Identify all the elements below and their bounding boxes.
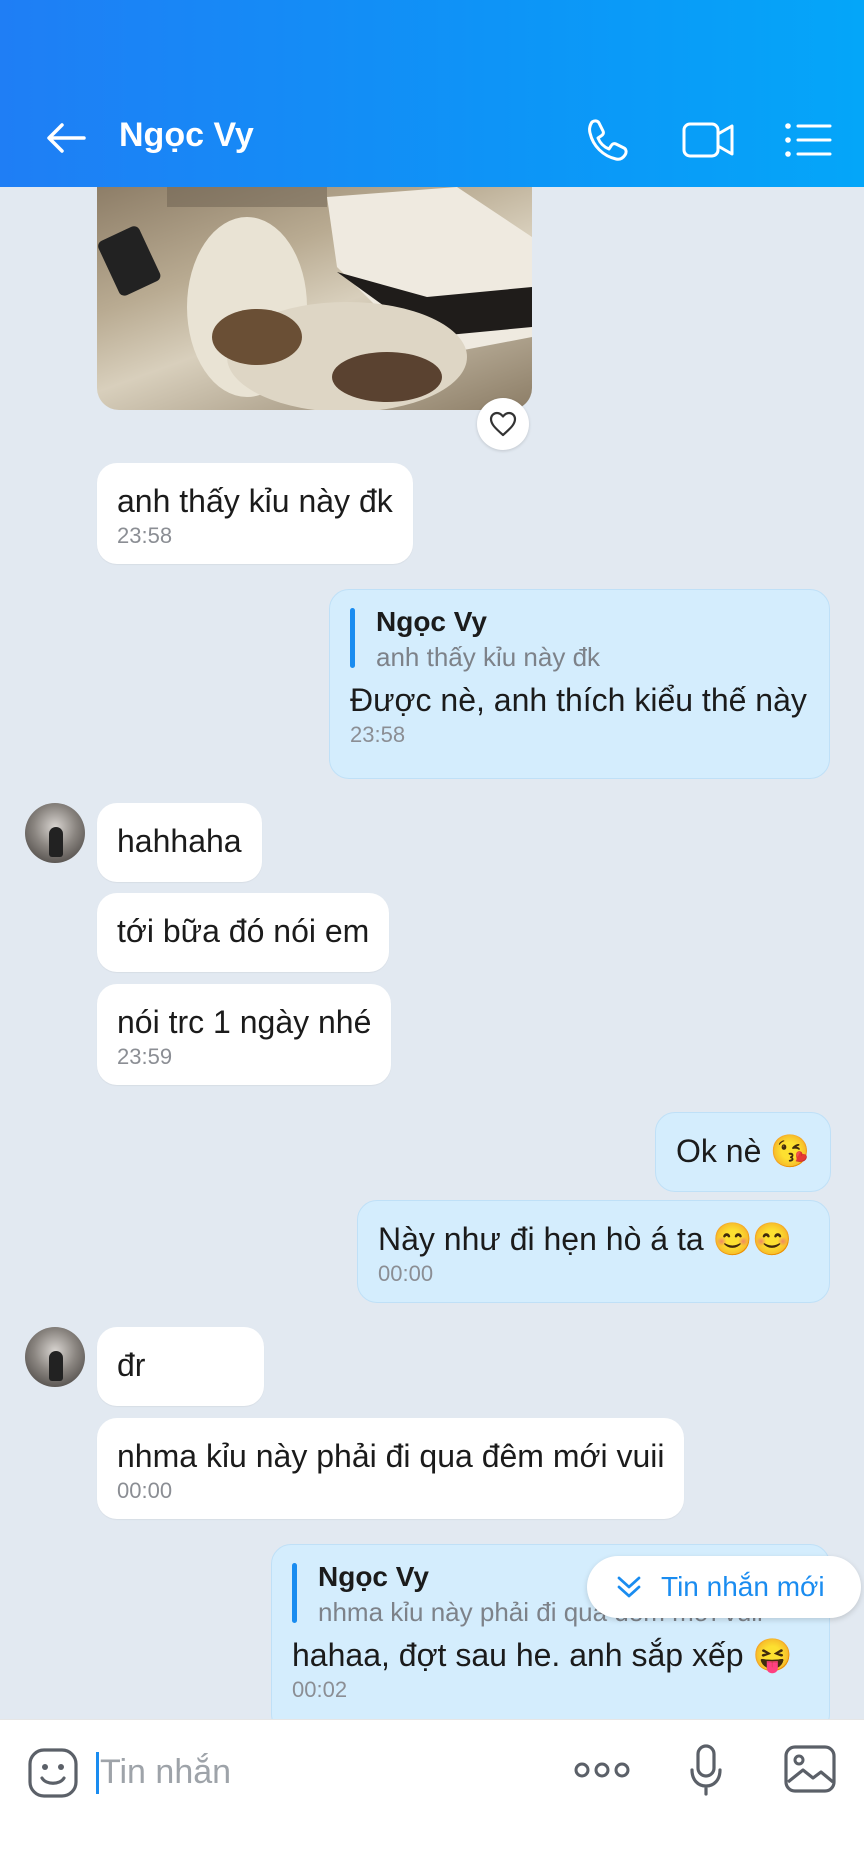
incoming-message[interactable]: nhma kỉu này phải đi qua đêm mới vuii 00… (97, 1418, 685, 1519)
message-composer (0, 1719, 864, 1872)
incoming-message[interactable]: anh thấy kỉu này đk 23:58 (97, 463, 413, 564)
message-text: đr (117, 1347, 146, 1383)
message-time: 00:00 (378, 1261, 434, 1286)
double-chevron-down-icon (617, 1576, 641, 1598)
message-text: anh thấy kỉu này đk (117, 483, 393, 519)
incoming-message[interactable]: đr (97, 1327, 264, 1406)
message-input-field[interactable] (96, 1744, 536, 1800)
text-cursor (96, 1752, 99, 1794)
message-text: Ok nè (676, 1133, 762, 1169)
avatar[interactable] (25, 803, 85, 863)
more-options-icon[interactable] (572, 1750, 632, 1790)
incoming-message[interactable]: tới bữa đó nói em (97, 893, 390, 972)
chat-header: Ngọc Vy (0, 0, 864, 187)
emoji: 😘 (770, 1133, 811, 1169)
avatar[interactable] (25, 1327, 85, 1387)
phone-icon[interactable] (578, 112, 634, 168)
quote-sender: Ngọc Vy (376, 606, 487, 637)
emoji: 😝 (752, 1637, 793, 1673)
incoming-message[interactable]: hahhaha (97, 803, 262, 882)
back-arrow-icon[interactable] (40, 112, 92, 164)
message-text: Được nè, anh thích kiểu thế này (350, 682, 807, 718)
message-input[interactable] (100, 1744, 520, 1800)
message-list[interactable]: anh thấy kỉu này đk 23:58 Ngọc Vy anh th… (0, 187, 864, 1719)
reply-quote[interactable]: Ngọc Vy anh thấy kỉu này đk (350, 604, 809, 674)
contact-name[interactable]: Ngọc Vy (119, 116, 254, 155)
new-messages-label: Tin nhắn mới (661, 1571, 825, 1602)
new-messages-button[interactable]: Tin nhắn mới (587, 1556, 861, 1618)
emoji: 😊😊 (712, 1221, 793, 1257)
sticker-emoji-icon[interactable] (26, 1746, 80, 1800)
message-text: nhma kỉu này phải đi qua đêm mới vuii (117, 1438, 665, 1474)
image-gallery-icon[interactable] (783, 1744, 837, 1794)
shared-photo[interactable] (97, 187, 532, 410)
incoming-message[interactable]: nói trc 1 ngày nhé 23:59 (97, 984, 392, 1085)
message-text: hahhaha (117, 823, 242, 859)
message-text: Này như đi hẹn hò á ta (378, 1221, 704, 1257)
message-text: nói trc 1 ngày nhé (117, 1004, 372, 1040)
heart-icon (489, 411, 517, 437)
message-text: tới bữa đó nói em (117, 913, 370, 949)
video-call-icon[interactable] (680, 112, 736, 168)
message-text: hahaa, đợt sau he. anh sắp xếp (292, 1637, 744, 1673)
outgoing-message[interactable]: Ngọc Vy anh thấy kỉu này đk Được nè, anh… (329, 589, 830, 779)
outgoing-message[interactable]: Ok nè 😘 (655, 1112, 832, 1192)
message-time: 23:58 (117, 523, 173, 548)
menu-list-icon[interactable] (780, 112, 836, 168)
message-time: 23:58 (350, 722, 406, 747)
microphone-icon[interactable] (688, 1742, 724, 1798)
react-heart-button[interactable] (477, 398, 529, 450)
message-time: 00:02 (292, 1677, 348, 1702)
outgoing-message[interactable]: Này như đi hẹn hò á ta 😊😊 00:00 (357, 1200, 830, 1303)
message-time: 23:59 (117, 1044, 173, 1069)
quote-text: anh thấy kỉu này đk (376, 642, 601, 672)
message-time: 00:00 (117, 1478, 173, 1503)
